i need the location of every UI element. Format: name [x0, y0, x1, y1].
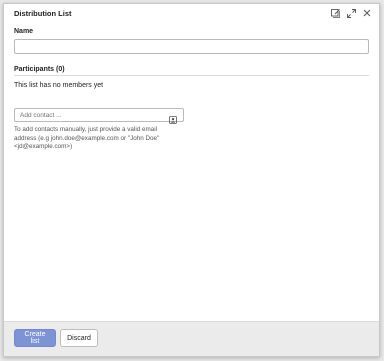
empty-list-message: This list has no members yet	[14, 82, 104, 89]
discard-button[interactable]: Discard	[60, 329, 98, 347]
dialog-titlebar: Distribution List	[4, 4, 379, 22]
add-contact-field	[14, 108, 184, 124]
add-contact-input[interactable]	[15, 109, 175, 121]
dialog-footer: Create list Discard	[4, 321, 379, 356]
name-label: Name	[14, 28, 34, 35]
expand-icon[interactable]	[345, 7, 357, 19]
address-book-icon[interactable]	[169, 111, 177, 124]
window-controls	[329, 7, 373, 19]
edit-dock-icon[interactable]	[329, 7, 341, 19]
close-icon[interactable]	[361, 7, 373, 19]
dialog-title: Distribution List	[14, 9, 72, 18]
participants-label: Participants (0)	[14, 66, 65, 73]
create-list-button[interactable]: Create list	[14, 329, 56, 347]
participants-divider	[14, 75, 369, 76]
name-input[interactable]	[14, 39, 369, 54]
distribution-list-dialog: Distribution List Name Participants (0) …	[3, 3, 380, 357]
contact-help-text: To add contacts manually, just provide a…	[14, 126, 160, 151]
